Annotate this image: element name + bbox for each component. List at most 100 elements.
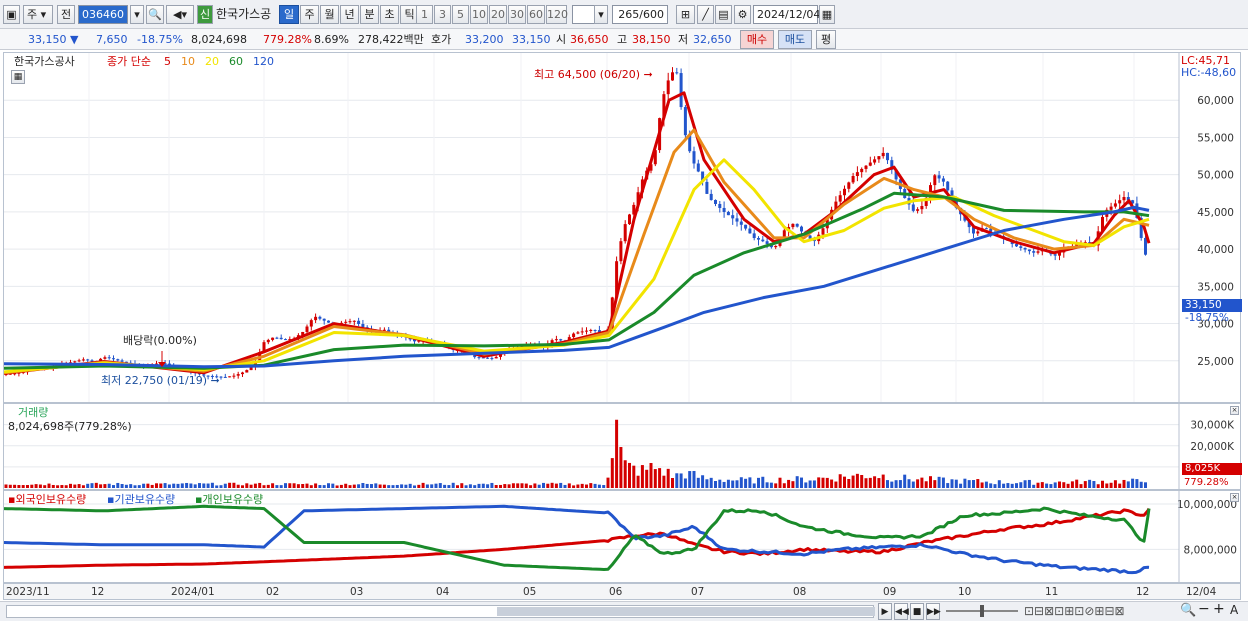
gear-icon[interactable]: ⚙ bbox=[734, 5, 751, 24]
candle-body bbox=[692, 151, 696, 164]
interval-button-20[interactable]: 20 bbox=[489, 5, 507, 24]
interval-button-60[interactable]: 60 bbox=[527, 5, 545, 24]
volume-bar bbox=[279, 485, 283, 488]
volume-bar bbox=[851, 475, 855, 488]
market-select[interactable]: 주 ▾ bbox=[23, 5, 53, 24]
volume-bar bbox=[653, 469, 657, 488]
zoom-in-icon[interactable]: 🔍 bbox=[1180, 604, 1196, 617]
volume-bar bbox=[494, 485, 498, 488]
compare-icon[interactable]: ⊞ bbox=[676, 5, 695, 24]
sell-button[interactable]: 매도 bbox=[778, 30, 812, 49]
volume-bar bbox=[26, 485, 29, 488]
volume-bar bbox=[731, 480, 735, 488]
interval-button-30[interactable]: 30 bbox=[508, 5, 526, 24]
volume-pane[interactable]: 30,000K20,000K10,000K 거래량 8,024,698주(779… bbox=[3, 403, 1242, 490]
interval-button-10[interactable]: 10 bbox=[470, 5, 488, 24]
volume-bar bbox=[477, 483, 481, 488]
speaker-icon[interactable]: ◀▾ bbox=[166, 5, 194, 24]
scroll-right-icon[interactable]: ▶ bbox=[878, 603, 892, 620]
calendar-icon[interactable]: ▦ bbox=[819, 5, 835, 24]
candle-body bbox=[352, 320, 356, 322]
interval-button-1[interactable]: 1 bbox=[416, 5, 433, 24]
holdings-legend-0: ▪외국인보유수량 bbox=[8, 493, 87, 506]
period-button-일[interactable]: 일 bbox=[279, 5, 299, 24]
candle-body bbox=[1019, 246, 1023, 248]
period-button-주[interactable]: 주 bbox=[300, 5, 319, 24]
holdings-chart[interactable]: 10,000,000 8,000,000 bbox=[3, 491, 1240, 582]
period-button-분[interactable]: 분 bbox=[360, 5, 379, 24]
interval-button-5[interactable]: 5 bbox=[452, 5, 469, 24]
zoom-slider-handle[interactable] bbox=[980, 605, 984, 617]
high-price: 38,150 bbox=[632, 33, 671, 46]
volume-bar bbox=[155, 483, 158, 488]
volume-bar bbox=[860, 474, 864, 488]
interval-button-3[interactable]: 3 bbox=[434, 5, 451, 24]
period-button-초[interactable]: 초 bbox=[380, 5, 399, 24]
buy-button[interactable]: 매수 bbox=[740, 30, 774, 49]
candle-body bbox=[941, 178, 945, 182]
volume-bar bbox=[636, 475, 640, 488]
stock-code-input[interactable]: 036460 bbox=[78, 5, 128, 24]
volume-bar bbox=[64, 485, 68, 488]
candle-body bbox=[752, 233, 756, 239]
prev-button[interactable]: 전 bbox=[57, 5, 75, 24]
grid-icon[interactable]: ▦ bbox=[11, 70, 25, 84]
date-input[interactable]: 2024/12/04 bbox=[753, 5, 820, 24]
candle-body bbox=[585, 330, 588, 332]
price-tick-5: 35,000 bbox=[1197, 281, 1234, 293]
count-input[interactable]: 265/600 bbox=[612, 5, 668, 24]
forward-icon[interactable]: ▶▶ bbox=[926, 603, 941, 620]
volume-bar bbox=[886, 480, 889, 488]
volume-bar bbox=[619, 447, 623, 488]
candle-body bbox=[696, 163, 700, 172]
x-label-0: 2023/11 bbox=[6, 586, 50, 598]
volume-bar bbox=[649, 462, 653, 488]
volume-bar bbox=[120, 484, 124, 488]
tool-icons[interactable]: ⊡⊟⊠⊡⊞⊡⊘⊞⊟⊠ bbox=[1024, 605, 1125, 618]
volume-bar bbox=[924, 481, 928, 488]
volume-close-icon[interactable]: × bbox=[1230, 406, 1239, 415]
period-button-년[interactable]: 년 bbox=[340, 5, 359, 24]
scroll-thumb[interactable] bbox=[497, 607, 875, 616]
volume-bar bbox=[1096, 484, 1100, 488]
volume-bar bbox=[266, 484, 270, 488]
candle-body bbox=[984, 228, 988, 230]
volume-bar bbox=[262, 485, 266, 488]
volume-value: 8,024,698 bbox=[191, 33, 247, 46]
save-icon[interactable]: ▤ bbox=[715, 5, 732, 24]
name-badge: 신 bbox=[197, 5, 213, 24]
turnover: 8.69% bbox=[314, 33, 349, 46]
price-pane[interactable]: 60,000 55,000 50,000 45,000 40,000 35,000 30,0… bbox=[3, 52, 1242, 403]
plus-icon[interactable]: + bbox=[1213, 602, 1225, 616]
volume-bar bbox=[344, 483, 348, 488]
scroll-track[interactable] bbox=[6, 605, 875, 618]
period-button-월[interactable]: 월 bbox=[320, 5, 339, 24]
volume-bar bbox=[834, 481, 838, 488]
window-icon[interactable]: ▣ bbox=[3, 5, 20, 24]
avg-button[interactable]: 평 bbox=[816, 30, 836, 49]
volume-bar bbox=[167, 484, 171, 488]
minus-icon[interactable]: − bbox=[1198, 602, 1210, 616]
price-chart[interactable]: 60,00055,00050,00045,00040,00035,00030,0… bbox=[3, 53, 1240, 402]
holdings-pane[interactable]: 10,000,000 8,000,000 ▪외국인보유수량 ▪기관보유수량 ▪개인보유… bbox=[3, 490, 1241, 583]
volume-bar bbox=[524, 483, 528, 488]
text-size-icon[interactable]: A bbox=[1230, 604, 1238, 617]
candle-body bbox=[1118, 200, 1122, 204]
bottom-bar: ▶ ◀◀ ■ ▶▶ ⊡⊟⊠⊡⊞⊡⊘⊞⊟⊠ 🔍 − + A bbox=[0, 601, 1248, 621]
interval-button-120[interactable]: 120 bbox=[546, 5, 568, 24]
volume-chart[interactable]: 30,000K20,000K10,000K bbox=[4, 404, 1240, 489]
code-dropdown-icon[interactable]: ▾ bbox=[130, 5, 144, 24]
search-icon[interactable]: 🔍 bbox=[146, 5, 164, 24]
vol-tick-1: 20,000K bbox=[1190, 441, 1235, 453]
holdings-close-icon[interactable]: × bbox=[1230, 493, 1239, 502]
interval-dropdown-icon[interactable]: ▾ bbox=[594, 5, 608, 24]
draw-tool-icon[interactable]: ╱ bbox=[697, 5, 714, 24]
volume-bar bbox=[692, 470, 696, 488]
candle-body bbox=[580, 331, 584, 333]
stop-icon[interactable]: ■ bbox=[910, 603, 924, 620]
price-tick-3: 45,000 bbox=[1197, 207, 1234, 219]
volume-bar bbox=[17, 485, 21, 488]
zoom-slider[interactable] bbox=[946, 605, 1018, 617]
candle-body bbox=[920, 206, 924, 210]
rewind-icon[interactable]: ◀◀ bbox=[894, 603, 909, 620]
